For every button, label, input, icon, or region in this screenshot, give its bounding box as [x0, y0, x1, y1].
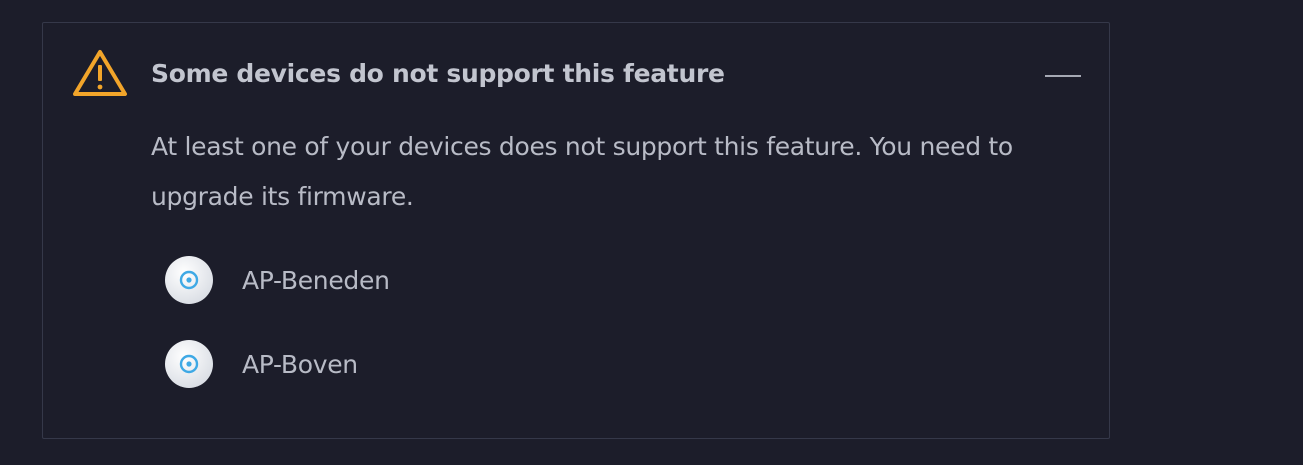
device-item[interactable]: AP-Beneden [164, 255, 390, 305]
device-list: AP-Beneden AP-Boven [164, 255, 390, 423]
collapse-button[interactable] [1043, 61, 1083, 91]
access-point-icon [164, 339, 214, 389]
device-name: AP-Boven [242, 349, 358, 379]
unsupported-devices-notice: Some devices do not support this feature… [42, 22, 1110, 439]
access-point-icon [164, 255, 214, 305]
minus-icon [1045, 75, 1081, 77]
notice-title: Some devices do not support this feature [151, 59, 725, 88]
device-item[interactable]: AP-Boven [164, 339, 390, 389]
device-name: AP-Beneden [242, 265, 390, 295]
warning-icon [71, 48, 129, 98]
notice-message: At least one of your devices does not su… [151, 132, 1013, 211]
